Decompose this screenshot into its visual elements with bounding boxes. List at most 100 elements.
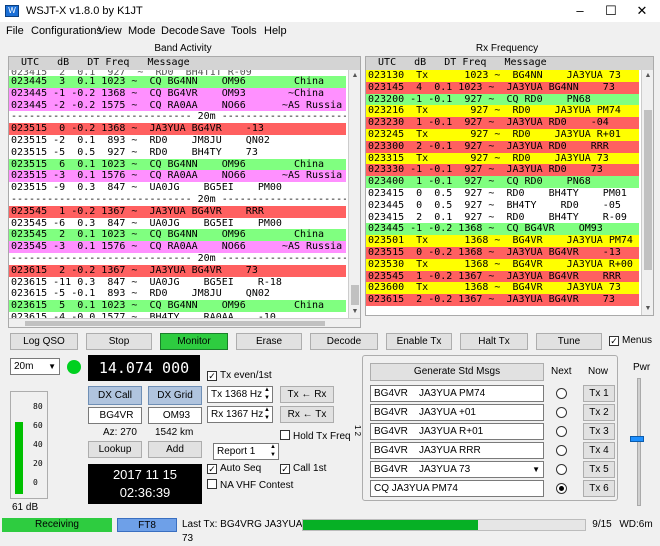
band-activity-row[interactable]: 023615 -11 0.3 847 ~ UA0JG BG5EI R-18	[9, 277, 346, 289]
band-activity-row[interactable]: 023545 -6 0.3 847 ~ UA0JG BG5EI PM00	[9, 218, 346, 230]
tx5-now-button[interactable]: Tx 5	[583, 461, 615, 478]
tx1-now-button[interactable]: Tx 1	[583, 385, 615, 402]
tx6-now-button[interactable]: Tx 6	[583, 480, 615, 497]
band-activity-row[interactable]: ------------------------------ 20m -----…	[9, 253, 346, 265]
rx-frequency-row[interactable]: 023216 Tx 927 ~ RD0 JA3YUA PM74	[366, 105, 639, 118]
tx-from-rx-button[interactable]: Tx ← Rx	[280, 386, 334, 403]
message-tab-selector[interactable]: 1 2	[352, 356, 362, 506]
rx-frequency-row[interactable]: 023200 -1 -0.1 927 ~ CQ RD0 PN68	[366, 93, 639, 106]
tune-button[interactable]: Tune	[536, 333, 602, 350]
tx6-message-input[interactable]: CQ JA3YUA PM74	[370, 480, 544, 497]
rx-frequency-row[interactable]: 023501 Tx 1368 ~ BG4VR JA3YUA PM74	[366, 235, 639, 247]
call-1st-checkbox[interactable]: ✓ Call 1st	[280, 463, 326, 475]
rx-frequency-row[interactable]: 023545 1 -0.2 1367 ~ JA3YUA BG4VR RRR	[366, 270, 639, 283]
rx-frequency-pane[interactable]: UTC dB DT Freq Message 023130 Tx 1023 ~ …	[365, 56, 654, 316]
monitor-button[interactable]: Monitor	[160, 333, 228, 350]
dx-call-button[interactable]: DX Call	[88, 386, 142, 405]
report-spinbox[interactable]: Report 1 ▲ ▼	[213, 443, 279, 460]
band-activity-row[interactable]: 023515 6 0.1 1023 ~ CQ BG4NN OM96 China	[9, 158, 346, 171]
band-activity-row[interactable]: 023615 5 0.1 1023 ~ CQ BG4NN OM96 China	[9, 300, 346, 312]
menu-configurations[interactable]: Configurations	[31, 25, 102, 37]
maximize-button[interactable]: ☐	[596, 0, 626, 22]
rx-frequency-row[interactable]: 023530 Tx 1368 ~ BG4VR JA3YUA R+00	[366, 258, 639, 271]
band-activity-row[interactable]: 023545 1 -0.2 1367 ~ JA3YUA BG4VR RRR	[9, 205, 346, 218]
power-slider-thumb[interactable]	[630, 436, 644, 442]
rx-frequency-row[interactable]: 023400 1 -0.1 927 ~ CQ RD0 PN68	[366, 176, 639, 188]
rx-frequency-row[interactable]: 023600 Tx 1368 ~ BG4VR JA3YUA 73	[366, 282, 639, 295]
band-activity-row[interactable]: ------------------------------ 20m -----…	[9, 111, 346, 123]
menu-mode[interactable]: Mode	[128, 25, 156, 37]
rx-frequency-row[interactable]: 023415 2 0.1 927 ~ RD0 BH4TY R-09	[366, 212, 639, 224]
rx-frequency-vscroll[interactable]: ▲ ▼	[641, 70, 653, 315]
log-qso-button[interactable]: Log QSO	[10, 333, 78, 350]
rx-frequency-row[interactable]: 023330 -1 -0.1 927 ~ JA3YUA RD0 73	[366, 164, 639, 177]
menu-decode[interactable]: Decode	[161, 25, 199, 37]
rx-frequency-row[interactable]: 023315 Tx 927 ~ RD0 JA3YUA 73	[366, 152, 639, 165]
scroll-down-icon[interactable]: ▼	[349, 306, 360, 318]
add-button[interactable]: Add	[148, 441, 202, 458]
rx-frequency-row[interactable]: 023300 2 -0.1 927 ~ JA3YUA RD0 RRR	[366, 140, 639, 153]
dx-grid-input[interactable]: OM93	[148, 407, 202, 424]
band-activity-hscroll[interactable]	[9, 318, 360, 327]
scroll-up-icon[interactable]: ▲	[642, 70, 653, 82]
band-activity-row[interactable]: 023445 -2 -0.2 1575 ~ CQ RA0AA NO66 ~AS …	[9, 99, 346, 112]
tx5-next-radio[interactable]	[556, 464, 567, 475]
tx2-now-button[interactable]: Tx 2	[583, 404, 615, 421]
auto-seq-checkbox[interactable]: ✓ Auto Seq	[207, 463, 261, 475]
menu-file[interactable]: File	[6, 25, 24, 37]
erase-button[interactable]: Erase	[236, 333, 302, 350]
rx-frequency-row[interactable]: 023515 0 -0.2 1368 ~ JA3YUA BG4VR -13	[366, 246, 639, 259]
generate-std-msgs-button[interactable]: Generate Std Msgs	[370, 363, 544, 381]
band-activity-row[interactable]: ------------------------------ 20m -----…	[9, 194, 346, 206]
rx-from-tx-button[interactable]: Rx ← Tx	[280, 406, 334, 423]
band-activity-row[interactable]: 023545 2 0.1 1023 ~ CQ BG4NN OM96 China	[9, 229, 346, 242]
band-activity-row[interactable]: 023445 3 0.1 1023 ~ CQ BG4NN OM96 China	[9, 76, 346, 88]
menu-tools[interactable]: Tools	[231, 25, 257, 37]
lookup-button[interactable]: Lookup	[88, 441, 142, 458]
scroll-thumb[interactable]	[351, 285, 359, 305]
minimize-button[interactable]: –	[565, 0, 595, 22]
tx2-next-radio[interactable]	[556, 407, 567, 418]
dx-grid-button[interactable]: DX Grid	[148, 386, 202, 405]
band-activity-row[interactable]: 023615 -5 -0.1 893 ~ RD0 JM8JU QN02	[9, 288, 346, 300]
stop-button[interactable]: Stop	[86, 333, 152, 350]
menu-view[interactable]: View	[98, 25, 122, 37]
band-activity-row[interactable]: 023515 -5 0.5 927 ~ RD0 BH4TY 73	[9, 147, 346, 159]
rx-frequency-list[interactable]: 023130 Tx 1023 ~ BG4NN JA3YUA 73 023145 4…	[366, 70, 639, 315]
band-activity-row[interactable]: 023515 0 -0.2 1368 ~ JA3YUA BG4VR -13	[9, 123, 346, 135]
halt-tx-button[interactable]: Halt Tx	[460, 333, 528, 350]
tx4-next-radio[interactable]	[556, 445, 567, 456]
band-activity-list[interactable]: 023415 2 0.1 927 ~ RD0 BH4T1T R-09 023445…	[9, 70, 346, 318]
band-activity-vscroll[interactable]: ▲ ▼	[348, 70, 360, 318]
enable-tx-button[interactable]: Enable Tx	[386, 333, 452, 350]
na-vhf-contest-checkbox[interactable]: NA VHF Contest	[207, 479, 293, 492]
tx1-message-input[interactable]: BG4VR JA3YUA PM74	[370, 385, 544, 402]
menu-save[interactable]: Save	[200, 25, 225, 37]
band-activity-pane[interactable]: UTC dB DT Freq Message 023415 2 0.1 927 …	[8, 56, 361, 328]
tx5-message-input[interactable]: BG4VR JA3YUA 73 ▼	[370, 461, 544, 478]
tx2-message-input[interactable]: BG4VR JA3YUA +01	[370, 404, 544, 421]
tx4-now-button[interactable]: Tx 4	[583, 442, 615, 459]
scroll-up-icon[interactable]: ▲	[349, 70, 360, 82]
rx-frequency-row[interactable]: 023230 1 -0.1 927 ~ JA3YUA RD0 -04	[366, 117, 639, 129]
power-slider-track[interactable]	[637, 378, 641, 506]
tx4-message-input[interactable]: BG4VR JA3YUA RRR	[370, 442, 544, 459]
tx3-message-input[interactable]: BG4VR JA3YUA R+01	[370, 423, 544, 440]
dx-call-input[interactable]: BG4VR	[88, 407, 142, 424]
rx-frequency-row[interactable]: 023245 Tx 927 ~ RD0 JA3YUA R+01	[366, 128, 639, 141]
rx-frequency-row[interactable]: 023445 -1 -0.2 1368 ~ CQ BG4VR OM93	[366, 223, 639, 236]
scroll-thumb[interactable]	[644, 110, 652, 270]
band-activity-row[interactable]: 023445 -1 -0.2 1368 ~ CQ BG4VR OM93 ~Chi…	[9, 87, 346, 100]
menu-help[interactable]: Help	[264, 25, 287, 37]
rx-frequency-row[interactable]: 023445 0 0.5 927 ~ BH4TY RD0 -05	[366, 200, 639, 212]
tx3-next-radio[interactable]	[556, 426, 567, 437]
band-activity-row[interactable]: 023515 -9 0.3 847 ~ UA0JG BG5EI PM00	[9, 182, 346, 194]
rx-freq-spinbox[interactable]: Rx 1367 Hz ▲ ▼	[207, 406, 273, 423]
decode-button[interactable]: Decode	[310, 333, 378, 350]
rx-frequency-row[interactable]: 023615 2 -0.2 1367 ~ JA3YUA BG4VR 73	[366, 294, 639, 306]
scroll-down-icon[interactable]: ▼	[642, 303, 653, 315]
rx-frequency-row[interactable]: 023415 0 0.5 927 ~ RD0 BH4TY PM01	[366, 188, 639, 200]
tx1-next-radio[interactable]	[556, 388, 567, 399]
hold-tx-freq-checkbox[interactable]: Hold Tx Freq	[280, 430, 351, 443]
tx-even-checkbox[interactable]: ✓ Tx even/1st	[207, 370, 272, 382]
